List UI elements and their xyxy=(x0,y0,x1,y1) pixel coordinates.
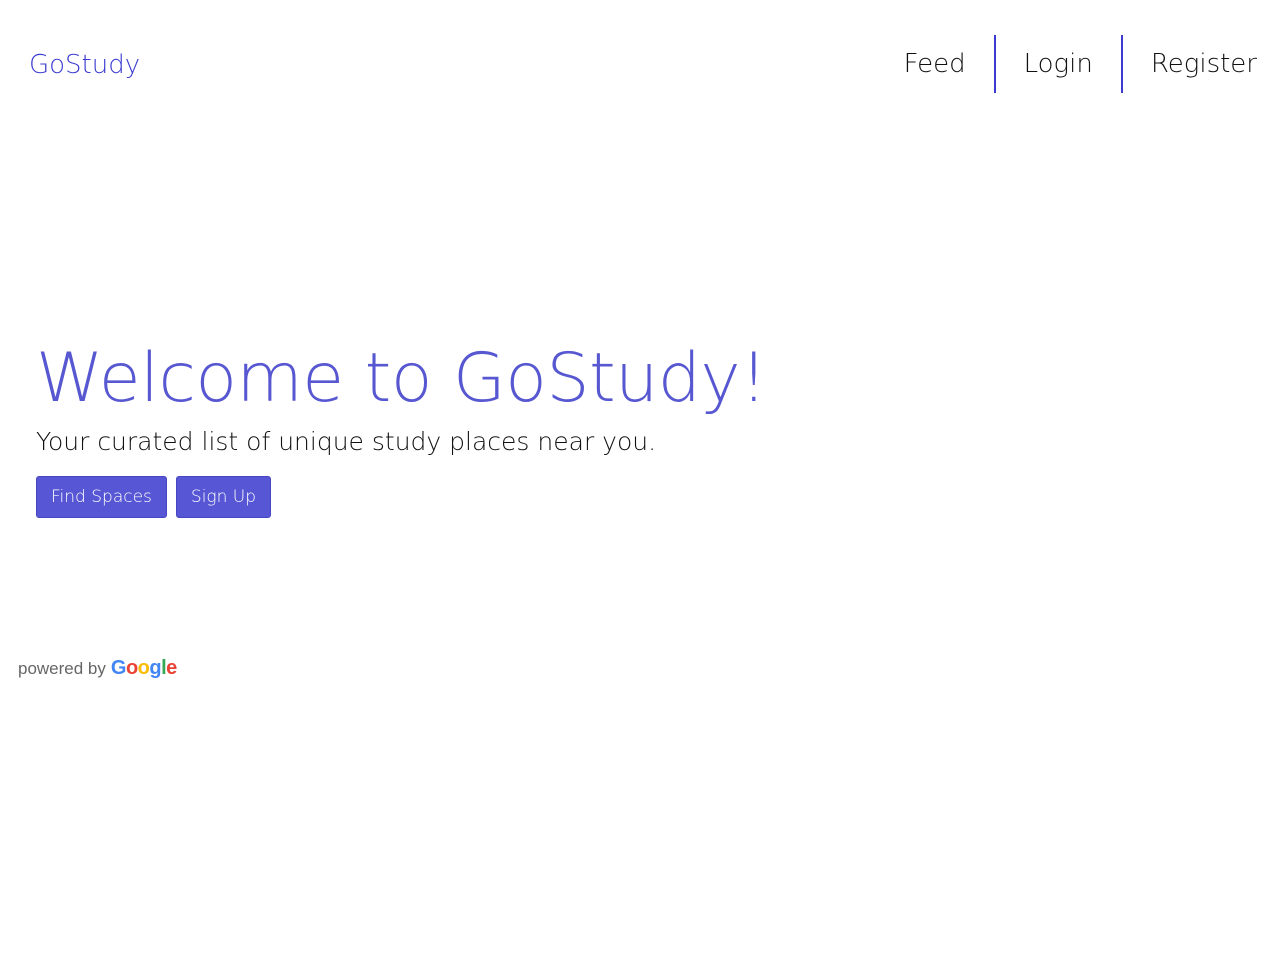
nav-link-feed[interactable]: Feed xyxy=(876,35,994,93)
nav-links: Feed Login Register xyxy=(876,35,1280,93)
powered-by-google: powered by Google xyxy=(18,657,177,680)
hero-section: Welcome to GoStudy! Your curated list of… xyxy=(36,338,767,518)
find-spaces-button[interactable]: Find Spaces xyxy=(36,476,167,518)
powered-by-text: powered by xyxy=(18,659,106,678)
navbar: GoStudy Feed Login Register xyxy=(0,0,1280,130)
nav-link-login[interactable]: Login xyxy=(996,35,1121,93)
hero-subtitle: Your curated list of unique study places… xyxy=(36,427,657,456)
brand-logo-link[interactable]: GoStudy xyxy=(29,47,140,83)
google-logo: Google xyxy=(110,657,177,679)
page: GoStudy Feed Login Register Welcome to G… xyxy=(0,0,1280,959)
nav-link-register[interactable]: Register xyxy=(1123,35,1280,93)
hero-buttons: Find Spaces Sign Up xyxy=(36,476,767,518)
hero-title: Welcome to GoStudy! xyxy=(36,339,767,418)
sign-up-button[interactable]: Sign Up xyxy=(175,476,272,518)
